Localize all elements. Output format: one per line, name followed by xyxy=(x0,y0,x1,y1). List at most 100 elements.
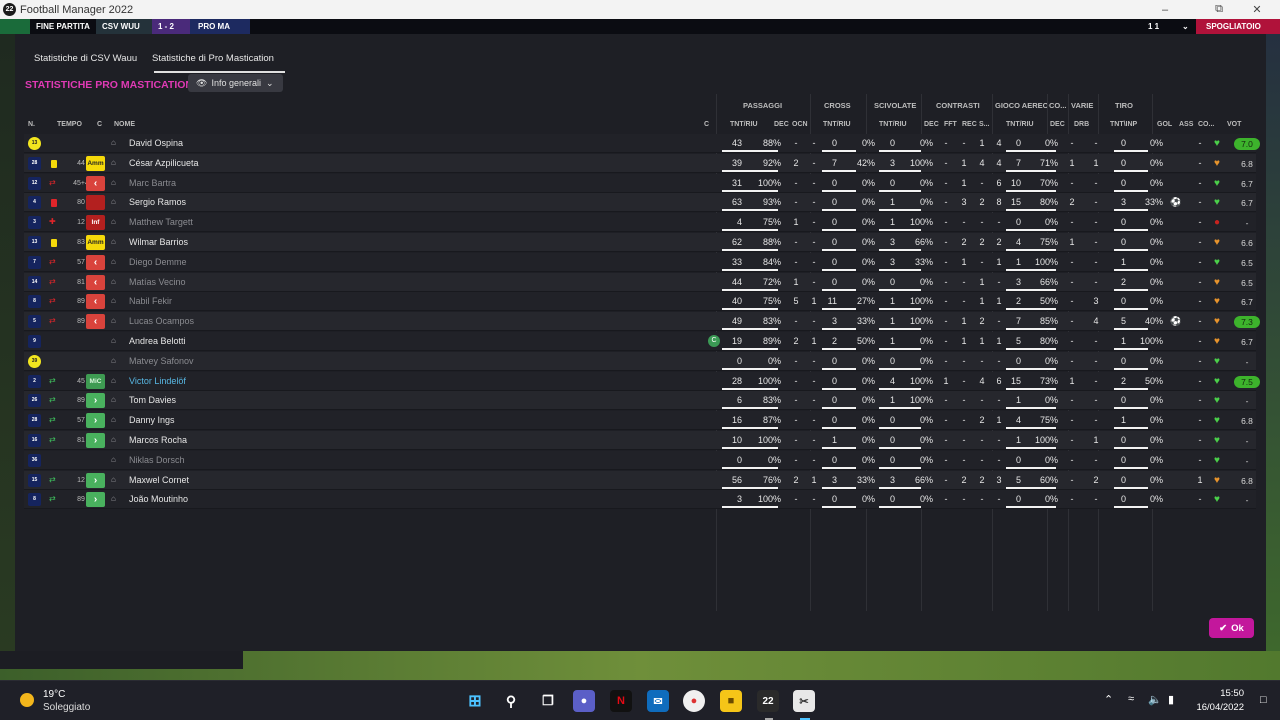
table-row[interactable]: 39 ⌂ Matvey Safonov 0 0% - - 0 0% 0 0% - - - - 0 0% - - 0 0%… xyxy=(24,352,1256,371)
col-rec[interactable]: REC xyxy=(962,121,977,128)
passes-percent: 0% xyxy=(767,356,781,366)
volume-icon[interactable]: 🔈 xyxy=(1148,693,1162,706)
player-name[interactable]: Danny Ings xyxy=(129,415,175,426)
co-dec: - xyxy=(1070,494,1074,504)
view-dropdown[interactable]: 👁 Info generali ⌄ xyxy=(188,74,283,92)
windows-start-icon[interactable]: ⊞ xyxy=(464,690,486,712)
col-ass[interactable]: ASS xyxy=(1179,121,1193,128)
tab-pro-mastication[interactable]: Statistiche di Pro Mastication xyxy=(152,53,274,64)
table-row[interactable]: 36 ⌂ Niklas Dorsch 0 0% - -0 0% 0 0% - - - -0 0% - -0 0% -… xyxy=(24,451,1256,470)
tab-csv-wauu[interactable]: Statistiche di CSV Wauu xyxy=(34,53,137,64)
table-row[interactable]: 12 ⇄ 45+4 ‹ ⌂ Marc Bartra 31 100% - -0 0% 0 0% -1-6 10… xyxy=(24,174,1256,193)
crosses-attempts: 11 xyxy=(827,296,837,306)
player-name[interactable]: Andrea Belotti xyxy=(129,336,186,347)
weather-temp[interactable]: 19°C xyxy=(43,689,65,700)
clock-date[interactable]: 16/04/2022 xyxy=(1194,702,1244,713)
match-bar: FINE PARTITA CSV WUU 1 - 2 PRO MA 1 1 ⌄ … xyxy=(0,19,1280,34)
player-name[interactable]: Matvey Safonov xyxy=(129,356,194,367)
table-row[interactable]: 14 ⇄ 81 ‹ ⌂ Matías Vecino 44 72% 1-0 0% 0 0% - -1-3 66… xyxy=(24,273,1256,292)
passes-percent: 83% xyxy=(762,395,781,405)
table-row[interactable]: 3 ✚ 12 Inf ⌂ Matthew Targett 4 75% 1-0 0% 1 100% - - -… xyxy=(24,213,1256,232)
player-name[interactable]: Sergio Ramos xyxy=(129,197,186,208)
player-name[interactable]: David Ospina xyxy=(129,138,183,149)
col-vot[interactable]: VOT xyxy=(1227,121,1241,128)
football-manager-icon[interactable]: 22 xyxy=(757,690,779,712)
chevron-right-icon: › xyxy=(86,473,105,488)
table-row[interactable]: 28 ⇄ 57 › ⌂ Danny Ings 16 87% - -0 0% 0 0% - -2 1 4 75% - -… xyxy=(24,411,1256,430)
col-pass-dec[interactable]: DEC xyxy=(774,121,789,128)
col-pass-ocn[interactable]: OCN xyxy=(792,121,808,128)
col-name[interactable]: NOME xyxy=(114,121,135,128)
player-name[interactable]: Wilmar Barrios xyxy=(129,237,188,248)
col-drb[interactable]: DRB xyxy=(1074,121,1089,128)
col-co-dec[interactable]: DEC xyxy=(1050,121,1065,128)
task-view-icon[interactable]: ❐ xyxy=(537,690,559,712)
player-name[interactable]: Victor Lindelöf xyxy=(129,376,186,387)
col-aereo-tnt[interactable]: TNT/RIU xyxy=(1006,121,1034,128)
player-name[interactable]: Lucas Ocampos xyxy=(129,316,194,327)
player-name[interactable]: Matías Vecino xyxy=(129,277,186,288)
player-name[interactable]: Marc Bartra xyxy=(129,178,176,189)
table-row[interactable]: 7 ⇄ 57 ‹ ⌂ Diego Demme 33 84% - -0 0% 3 33% -1-1 1 100%… xyxy=(24,253,1256,272)
player-name[interactable]: João Moutinho xyxy=(129,494,188,505)
close-icon[interactable]: ✕ xyxy=(1234,0,1280,19)
player-name[interactable]: Matthew Targett xyxy=(129,217,193,228)
col-sciv-tnt[interactable]: TNT/RIU xyxy=(879,121,907,128)
netflix-icon[interactable]: N xyxy=(610,690,632,712)
col-gol[interactable]: GOL xyxy=(1157,121,1172,128)
chevron-down-icon[interactable]: ⌄ xyxy=(1182,22,1189,34)
table-row[interactable]: 26 ⇄ 89 › ⌂ Tom Davies 6 83% - -0 0% 1 100% - - - -1 0% - -… xyxy=(24,391,1256,410)
table-row[interactable]: 28 44 Amm ⌂ César Azpilicueta 39 92% 2-7 42% 3 100… xyxy=(24,154,1256,173)
shirt-number-icon: 12 xyxy=(28,177,41,190)
col-tiro-tnt[interactable]: TNT\INP xyxy=(1110,121,1137,128)
shirt-number-icon: 7 xyxy=(28,256,41,269)
table-row[interactable]: 13 ⌂ David Ospina 43 88% - -0 0% 0 0% - -1 4 0 0% - -0 0%… xyxy=(24,134,1260,153)
table-row[interactable]: 5 ⇄ 89 ‹ ⌂ Lucas Ocampos 49 83% - -3 33% 1 100% -1 2-7… xyxy=(24,312,1260,331)
table-row[interactable]: 13 83 Amm ⌂ Wilmar Barrios 62 88% - -0 0% 3 66% -2 2 2… xyxy=(24,233,1256,252)
table-row[interactable]: 4 80 ⌂ Sergio Ramos 63 93% - -0 0% 1 0% -3 2 8 15 80% 2-… xyxy=(24,193,1256,212)
notification-icon[interactable]: □ xyxy=(1260,694,1267,706)
table-row[interactable]: 8 ⇄ 89 › ⌂ João Moutinho 3 100% - -0 0% 0 0% - - - -0 0% -… xyxy=(24,490,1256,509)
battery-icon[interactable]: ▮ xyxy=(1168,693,1174,706)
table-row[interactable]: 9 ⌂ Andrea Belotti C 19 89% 2 1 2 50% 1 0% -1 1 1 5 80% -… xyxy=(24,332,1256,351)
assists: - xyxy=(1198,376,1202,386)
player-name[interactable]: César Azpilicueta xyxy=(129,158,199,169)
mail-icon[interactable]: ✉ xyxy=(647,690,669,712)
col-con-dec[interactable]: DEC xyxy=(924,121,939,128)
col-tempo[interactable]: TEMPO xyxy=(57,121,82,128)
clock-time[interactable]: 15:50 xyxy=(1216,688,1244,699)
minimize-icon[interactable]: – xyxy=(1142,0,1188,19)
col-pass-tnt[interactable]: TNT/RIU xyxy=(730,121,758,128)
table-row[interactable]: 15 ⇄ 12 › ⌂ Maxwel Cornet 56 76% 2 1 3 33% 3 66% -2 2 3 5… xyxy=(24,471,1256,490)
table-row[interactable]: 2 ⇄ 45 MiC ⌂ Victor Lindelöf 28 100% - -0 0% 4 100% 1… xyxy=(24,372,1260,391)
away-team: PRO MA xyxy=(198,22,230,31)
player-name[interactable]: Marcos Rocha xyxy=(129,435,187,446)
player-name[interactable]: Nabil Fekir xyxy=(129,296,172,307)
wifi-icon[interactable]: ≈ xyxy=(1128,693,1134,705)
teams-chat-icon[interactable]: ● xyxy=(573,690,595,712)
col-co2[interactable]: CO... xyxy=(1198,121,1214,128)
table-row[interactable]: 16 ⇄ 81 › ⌂ Marcos Rocha 10 100% - -1 0% 0 0% - - - -1 10… xyxy=(24,431,1256,450)
player-name[interactable]: Niklas Dorsch xyxy=(129,455,185,466)
table-row[interactable]: 8 ⇄ 89 ‹ ⌂ Nabil Fekir 40 75% 5 1 11 27% 1 100% - -1 1 2 5… xyxy=(24,292,1256,311)
player-name[interactable]: Tom Davies xyxy=(129,395,176,406)
snipping-tool-icon[interactable]: ✂ xyxy=(793,690,815,712)
weather-desc[interactable]: Soleggiato xyxy=(43,702,90,713)
col-cross-tnt[interactable]: TNT/RIU xyxy=(823,121,851,128)
col-captain[interactable]: C xyxy=(704,121,709,128)
search-icon[interactable]: ⚲ xyxy=(500,690,522,712)
ok-button[interactable]: ✔ Ok xyxy=(1209,618,1254,638)
chevron-up-icon[interactable]: ⌃ xyxy=(1104,693,1113,706)
col-fft[interactable]: FFT xyxy=(944,121,957,128)
col-condition[interactable]: C xyxy=(97,121,102,128)
aerial-attempts: 15 xyxy=(1010,197,1021,207)
chrome-icon[interactable]: ● xyxy=(683,690,705,712)
crosses-attempts: 0 xyxy=(831,277,837,287)
col-number[interactable]: N. xyxy=(28,121,35,128)
file-explorer-icon[interactable]: ■ xyxy=(720,690,742,712)
player-name[interactable]: Maxwel Cornet xyxy=(129,475,189,486)
dressing-room-button[interactable]: SPOGLIATOIO xyxy=(1206,22,1261,34)
col-s[interactable]: S... xyxy=(979,121,990,128)
player-name[interactable]: Diego Demme xyxy=(129,257,187,268)
tackles-percent: 0% xyxy=(919,197,933,207)
